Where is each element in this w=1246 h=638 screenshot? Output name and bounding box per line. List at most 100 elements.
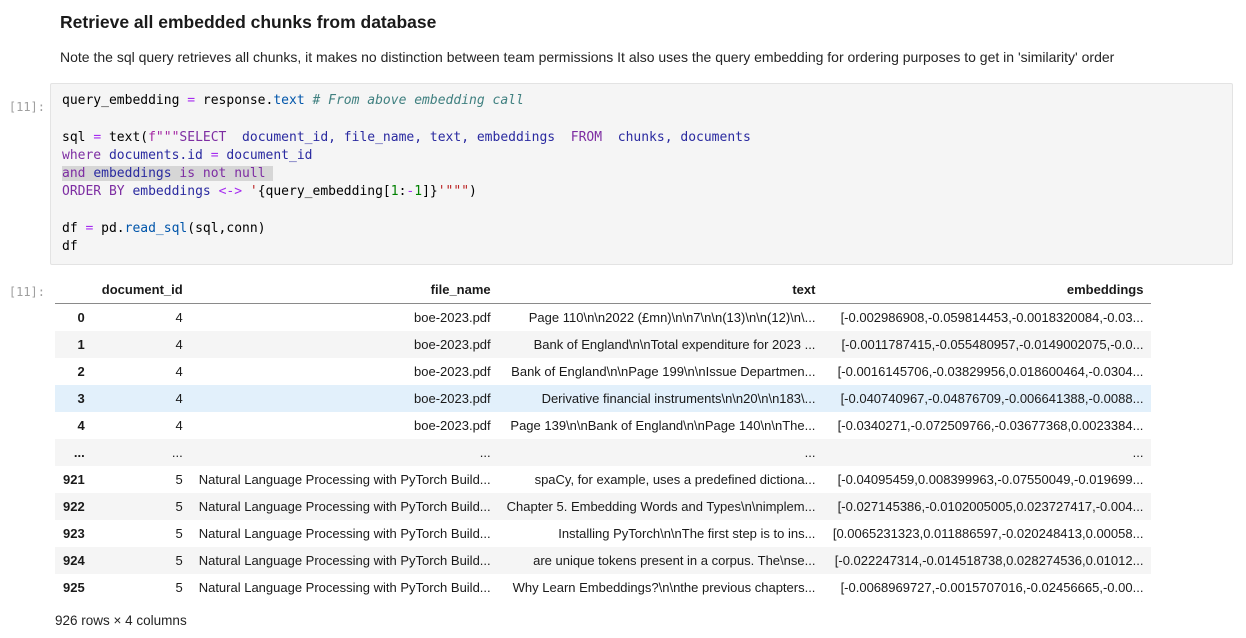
table-cell: Natural Language Processing with PyTorch… — [191, 466, 499, 493]
code-token — [555, 130, 571, 145]
table-cell: 4 — [93, 304, 191, 332]
selection-highlight: and embeddings is not null — [62, 166, 273, 181]
code-token: = — [187, 93, 195, 108]
code-token — [101, 148, 109, 163]
table-cell: ... — [93, 439, 191, 466]
output-cell: [11]: document_idfile_nametextembeddings… — [0, 276, 1246, 628]
row-index: 1 — [55, 331, 93, 358]
code-token: embeddings — [132, 184, 210, 199]
code-token: {query_embedding[ — [258, 184, 391, 199]
markdown-title: Retrieve all embedded chunks from databa… — [60, 12, 1226, 33]
code-token: ORDER BY — [62, 184, 125, 199]
table-cell: [0.0065231323,0.011886597,-0.020248413,0… — [823, 520, 1151, 547]
table-cell: [-0.0016145706,-0.03829956,0.018600464,-… — [823, 358, 1151, 385]
table-row: 34boe-2023.pdfDerivative financial instr… — [55, 385, 1151, 412]
table-cell: Installing PyTorch\n\nThe first step is … — [499, 520, 824, 547]
code-token: document_id, file_name, text, embeddings — [242, 130, 555, 145]
table-cell: 4 — [93, 412, 191, 439]
row-index: 924 — [55, 547, 93, 574]
code-line: ORDER BY embeddings <-> '{query_embeddin… — [62, 183, 1221, 201]
code-token — [203, 148, 211, 163]
table-cell: 4 — [93, 358, 191, 385]
column-header: text — [499, 276, 824, 304]
code-token: '""" — [438, 184, 469, 199]
code-line: df — [62, 238, 1221, 256]
code-token: text — [273, 93, 304, 108]
table-cell: [-0.0340271,-0.072509766,-0.03677368,0.0… — [823, 412, 1151, 439]
code-line: sql = text(f"""SELECT document_id, file_… — [62, 129, 1221, 147]
table-row: 24boe-2023.pdfBank of England\n\nPage 19… — [55, 358, 1151, 385]
code-line — [62, 201, 1221, 219]
index-column-header — [55, 276, 93, 304]
table-cell: 4 — [93, 385, 191, 412]
code-token: query_embedding — [62, 93, 187, 108]
table-cell: [-0.002986908,-0.059814453,-0.0018320084… — [823, 304, 1151, 332]
table-row: 04boe-2023.pdfPage 110\n\n2022 (£mn)\n\n… — [55, 304, 1151, 332]
table-cell: [-0.0068969727,-0.0015707016,-0.02456665… — [823, 574, 1151, 601]
code-token: pd. — [93, 221, 124, 236]
code-token: SELECT — [179, 130, 226, 145]
table-cell: ... — [823, 439, 1151, 466]
table-cell: [-0.022247314,-0.014518738,0.028274536,0… — [823, 547, 1151, 574]
table-cell: 5 — [93, 547, 191, 574]
code-token: FROM — [571, 130, 602, 145]
code-token: # From above embedding call — [312, 93, 523, 108]
table-row: 9215Natural Language Processing with PyT… — [55, 466, 1151, 493]
code-cell-editor[interactable]: query_embedding = response.text # From a… — [50, 83, 1233, 265]
table-cell: ... — [191, 439, 499, 466]
table-row: 9225Natural Language Processing with PyT… — [55, 493, 1151, 520]
code-token: f""" — [148, 130, 179, 145]
column-header: embeddings — [823, 276, 1151, 304]
code-token — [226, 130, 242, 145]
table-cell: Natural Language Processing with PyTorch… — [191, 493, 499, 520]
table-cell: [-0.040740967,-0.04876709,-0.006641388,-… — [823, 385, 1151, 412]
code-token: (sql,conn) — [187, 221, 265, 236]
table-cell: boe-2023.pdf — [191, 412, 499, 439]
code-token: 1 — [391, 184, 399, 199]
table-cell: Natural Language Processing with PyTorch… — [191, 520, 499, 547]
code-cell: [11]: query_embedding = response.text # … — [0, 83, 1246, 265]
table-row: 9235Natural Language Processing with PyT… — [55, 520, 1151, 547]
markdown-cell: Retrieve all embedded chunks from databa… — [0, 0, 1246, 66]
table-cell: 5 — [93, 574, 191, 601]
table-row: 9245Natural Language Processing with PyT… — [55, 547, 1151, 574]
code-token: sql — [62, 130, 93, 145]
code-token: documents.id — [109, 148, 203, 163]
code-area[interactable]: query_embedding = response.text # From a… — [62, 92, 1221, 256]
table-cell: [-0.0011787415,-0.055480957,-0.014900207… — [823, 331, 1151, 358]
table-cell: boe-2023.pdf — [191, 304, 499, 332]
code-token: ) — [469, 184, 477, 199]
selected-code-line: and embeddings is not null — [62, 165, 1221, 183]
code-token: embeddings — [93, 166, 171, 181]
row-index: 3 — [55, 385, 93, 412]
markdown-note: Note the sql query retrieves all chunks,… — [60, 48, 1226, 66]
table-row: 44boe-2023.pdfPage 139\n\nBank of Englan… — [55, 412, 1151, 439]
code-token: df — [62, 221, 85, 236]
table-cell: 5 — [93, 493, 191, 520]
code-token: <-> — [219, 184, 242, 199]
dataframe-summary: 926 rows × 4 columns — [55, 613, 1246, 628]
code-token: document_id — [226, 148, 312, 163]
table-cell: spaCy, for example, uses a predefined di… — [499, 466, 824, 493]
row-index: 4 — [55, 412, 93, 439]
table-cell: boe-2023.pdf — [191, 358, 499, 385]
table-cell: 5 — [93, 520, 191, 547]
table-cell: Natural Language Processing with PyTorch… — [191, 574, 499, 601]
dataframe-header: document_idfile_nametextembeddings — [55, 276, 1151, 304]
code-line: query_embedding = response.text # From a… — [62, 92, 1221, 110]
row-index: 0 — [55, 304, 93, 332]
row-index: 2 — [55, 358, 93, 385]
column-header: document_id — [93, 276, 191, 304]
code-token: = — [211, 148, 219, 163]
table-cell: [-0.027145386,-0.0102005005,0.023727417,… — [823, 493, 1151, 520]
code-token: and — [62, 166, 85, 181]
table-cell: boe-2023.pdf — [191, 385, 499, 412]
table-row: 14boe-2023.pdfBank of England\n\nTotal e… — [55, 331, 1151, 358]
table-cell: Bank of England\n\nTotal expenditure for… — [499, 331, 824, 358]
code-token: chunks, documents — [618, 130, 751, 145]
table-cell: [-0.04095459,0.008399963,-0.07550049,-0.… — [823, 466, 1151, 493]
dataframe-table: document_idfile_nametextembeddings 04boe… — [55, 276, 1151, 601]
code-token: ]} — [422, 184, 438, 199]
code-token — [266, 166, 274, 181]
code-line: df = pd.read_sql(sql,conn) — [62, 220, 1221, 238]
